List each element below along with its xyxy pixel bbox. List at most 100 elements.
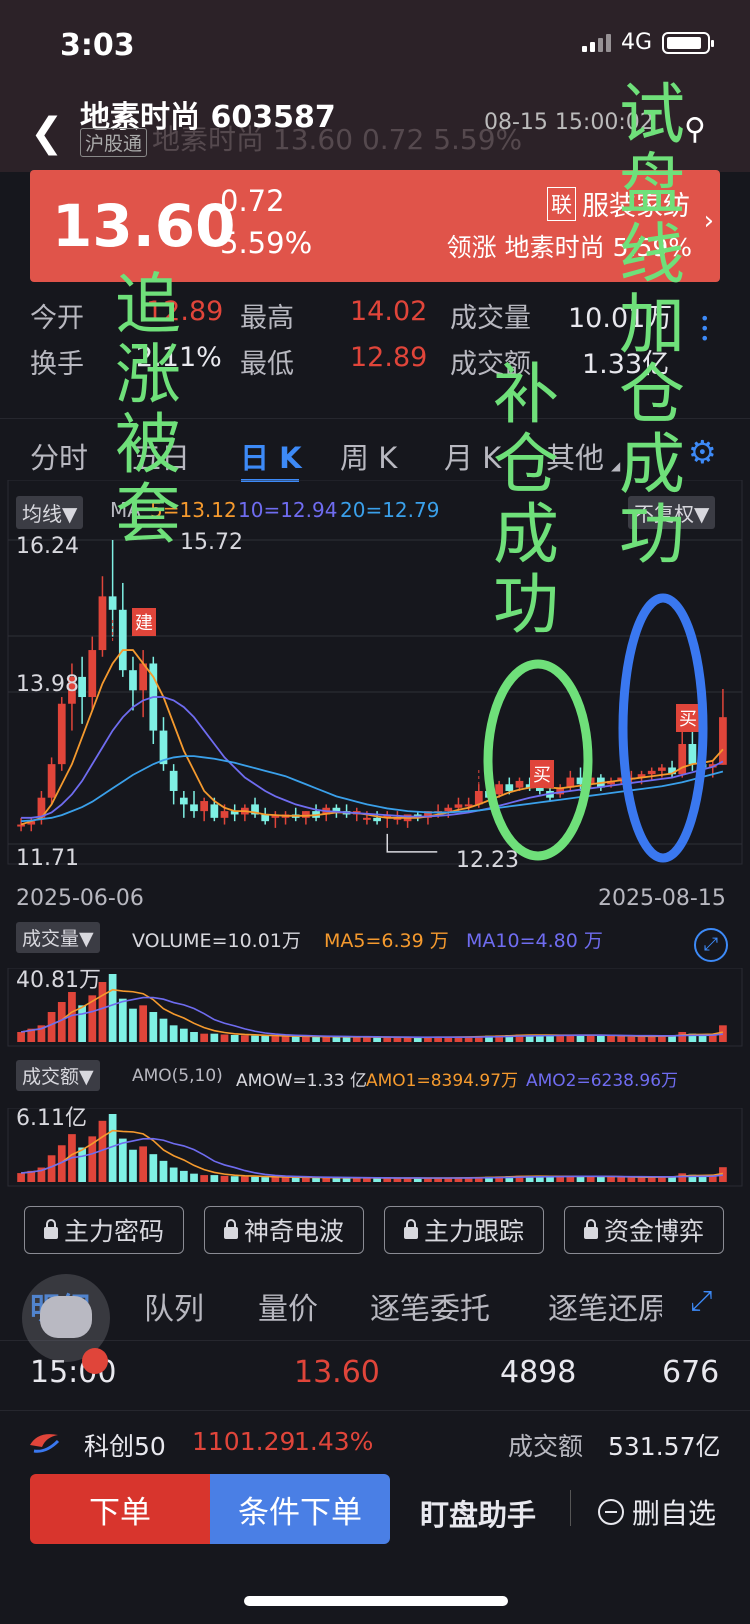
tab-order-by-order[interactable]: 逐笔委托: [370, 1284, 490, 1328]
volume-bar: [627, 1036, 636, 1042]
detail-tabs: 明细 队列 量价 逐笔委托 逐笔还原 ⤢: [0, 1270, 750, 1340]
index-pct: 1.43%: [294, 1427, 374, 1456]
magic-wave-button[interactable]: 神奇电波: [204, 1206, 364, 1254]
tab-tick-replay[interactable]: 逐笔还原: [548, 1284, 662, 1328]
volume-bar: [363, 1037, 371, 1042]
lock-icon: [43, 1219, 58, 1239]
button-label: 神奇电波: [243, 1217, 344, 1246]
volume-bar: [169, 1167, 178, 1182]
fullscreen-icon[interactable]: ⤢: [694, 928, 728, 962]
volume-bar: [383, 1037, 392, 1042]
volume-bar: [118, 998, 127, 1042]
amount-selector[interactable]: 成交额▼: [16, 1060, 100, 1091]
volume-bar: [190, 1032, 198, 1042]
volume-bar: [698, 1035, 707, 1042]
lock-icon: [403, 1219, 418, 1239]
volume-bar: [47, 1155, 56, 1182]
volume-bar: [200, 1175, 209, 1182]
volume-bar: [220, 1034, 229, 1042]
volume-bar: [576, 1035, 585, 1042]
volume-bar: [556, 1035, 565, 1042]
home-indicator: [244, 1596, 508, 1606]
panel-frame: [7, 1108, 743, 1187]
volume-bar: [129, 1008, 137, 1042]
volume-bar: [129, 1149, 137, 1182]
amount-params: AMO(5,10): [132, 1066, 223, 1086]
volume-bar: [302, 1177, 310, 1182]
place-order-button[interactable]: 下单: [30, 1474, 210, 1544]
volume-bar: [281, 1177, 290, 1182]
index-name: 科创50: [84, 1432, 166, 1461]
remove-favorite-button[interactable]: 删自选: [598, 1492, 716, 1532]
tool-buttons: 主力密码 神奇电波 主力跟踪 资金博弈: [0, 1198, 750, 1262]
watch-assistant-button[interactable]: 盯盘助手: [420, 1492, 536, 1534]
volume-bar: [230, 1176, 239, 1182]
volume-bar: [261, 1177, 270, 1182]
main-force-track-button[interactable]: 主力跟踪: [384, 1206, 544, 1254]
divider: [570, 1490, 571, 1526]
volume-bar: [251, 1176, 259, 1182]
tick-price: 13.60: [294, 1355, 380, 1390]
fund-game-button[interactable]: 资金博弈: [564, 1206, 724, 1254]
green-circle-annotation: [483, 659, 593, 861]
button-label: 主力跟踪: [423, 1217, 524, 1246]
volume-bar: [210, 1033, 219, 1042]
volume-bar: [179, 1170, 188, 1182]
tab-queue[interactable]: 队列: [144, 1284, 204, 1328]
volume-main: VOLUME=10.01万: [132, 930, 301, 952]
amount-max-label: 6.11亿: [16, 1106, 87, 1131]
volume-ma5: MA5=6.39 万: [324, 930, 449, 952]
tab-volume-price[interactable]: 量价: [258, 1284, 318, 1328]
amount-amo1: AMO1=8394.97万: [366, 1071, 519, 1091]
tick-volume: 4898: [500, 1355, 577, 1390]
volume-bar: [678, 1032, 687, 1042]
volume-bar: [271, 1036, 280, 1042]
volume-bar: [230, 1035, 239, 1042]
star-market-logo-icon: [30, 1434, 60, 1453]
volume-bar: [169, 1025, 178, 1042]
volume-bar: [159, 1018, 168, 1042]
index-ticker[interactable]: 科创50 1101.29 1.43% 成交额 531.57亿: [0, 1410, 750, 1474]
volume-bar: [332, 1037, 341, 1042]
volume-bar: [139, 1146, 148, 1182]
minus-circle-icon: [598, 1499, 624, 1525]
volume-bar: [47, 1012, 56, 1042]
volume-bar: [118, 1138, 127, 1182]
volume-bar: [291, 1177, 300, 1182]
volume-bar: [373, 1037, 381, 1042]
avatar-badge: [82, 1348, 108, 1374]
panel-frame: [7, 968, 743, 1047]
amount-amow: AMOW=1.33 亿: [236, 1071, 367, 1091]
volume-bar: [78, 1005, 86, 1042]
lock-icon: [583, 1219, 598, 1239]
annotation-add-success: 补仓成功: [493, 356, 559, 643]
volume-bar: [17, 1173, 25, 1182]
volume-bar: [607, 1036, 615, 1042]
main-force-code-button[interactable]: 主力密码: [24, 1206, 184, 1254]
conditional-order-button[interactable]: 条件下单: [210, 1474, 390, 1544]
volume-bar: [322, 1036, 331, 1042]
expand-icon[interactable]: ⤢: [690, 1284, 712, 1318]
button-label: 资金博弈: [603, 1217, 704, 1246]
volume-max-label: 40.81万: [16, 968, 101, 993]
volume-bar: [617, 1036, 626, 1042]
volume-selector[interactable]: 成交量▼: [16, 922, 100, 953]
volume-bar: [617, 1177, 626, 1182]
volume-bar: [159, 1160, 168, 1182]
volume-bar: [586, 1035, 595, 1042]
volume-bar: [149, 1012, 158, 1042]
index-value: 1101.29: [192, 1427, 296, 1456]
volume-bar: [149, 1154, 158, 1182]
volume-bar: [139, 1005, 148, 1042]
lock-icon: [223, 1219, 238, 1239]
button-label: 主力密码: [63, 1217, 164, 1246]
volume-bar: [678, 1173, 687, 1182]
remove-favorite-label: 删自选: [632, 1497, 717, 1530]
volume-bar: [220, 1175, 229, 1182]
volume-bar: [596, 1176, 605, 1182]
volume-bar: [190, 1173, 198, 1182]
volume-bar: [607, 1176, 615, 1182]
annotation-chase-trapped: 追涨被套: [115, 266, 181, 553]
amount-amo2: AMO2=6238.96万: [526, 1071, 679, 1091]
volume-bar: [546, 1035, 554, 1042]
